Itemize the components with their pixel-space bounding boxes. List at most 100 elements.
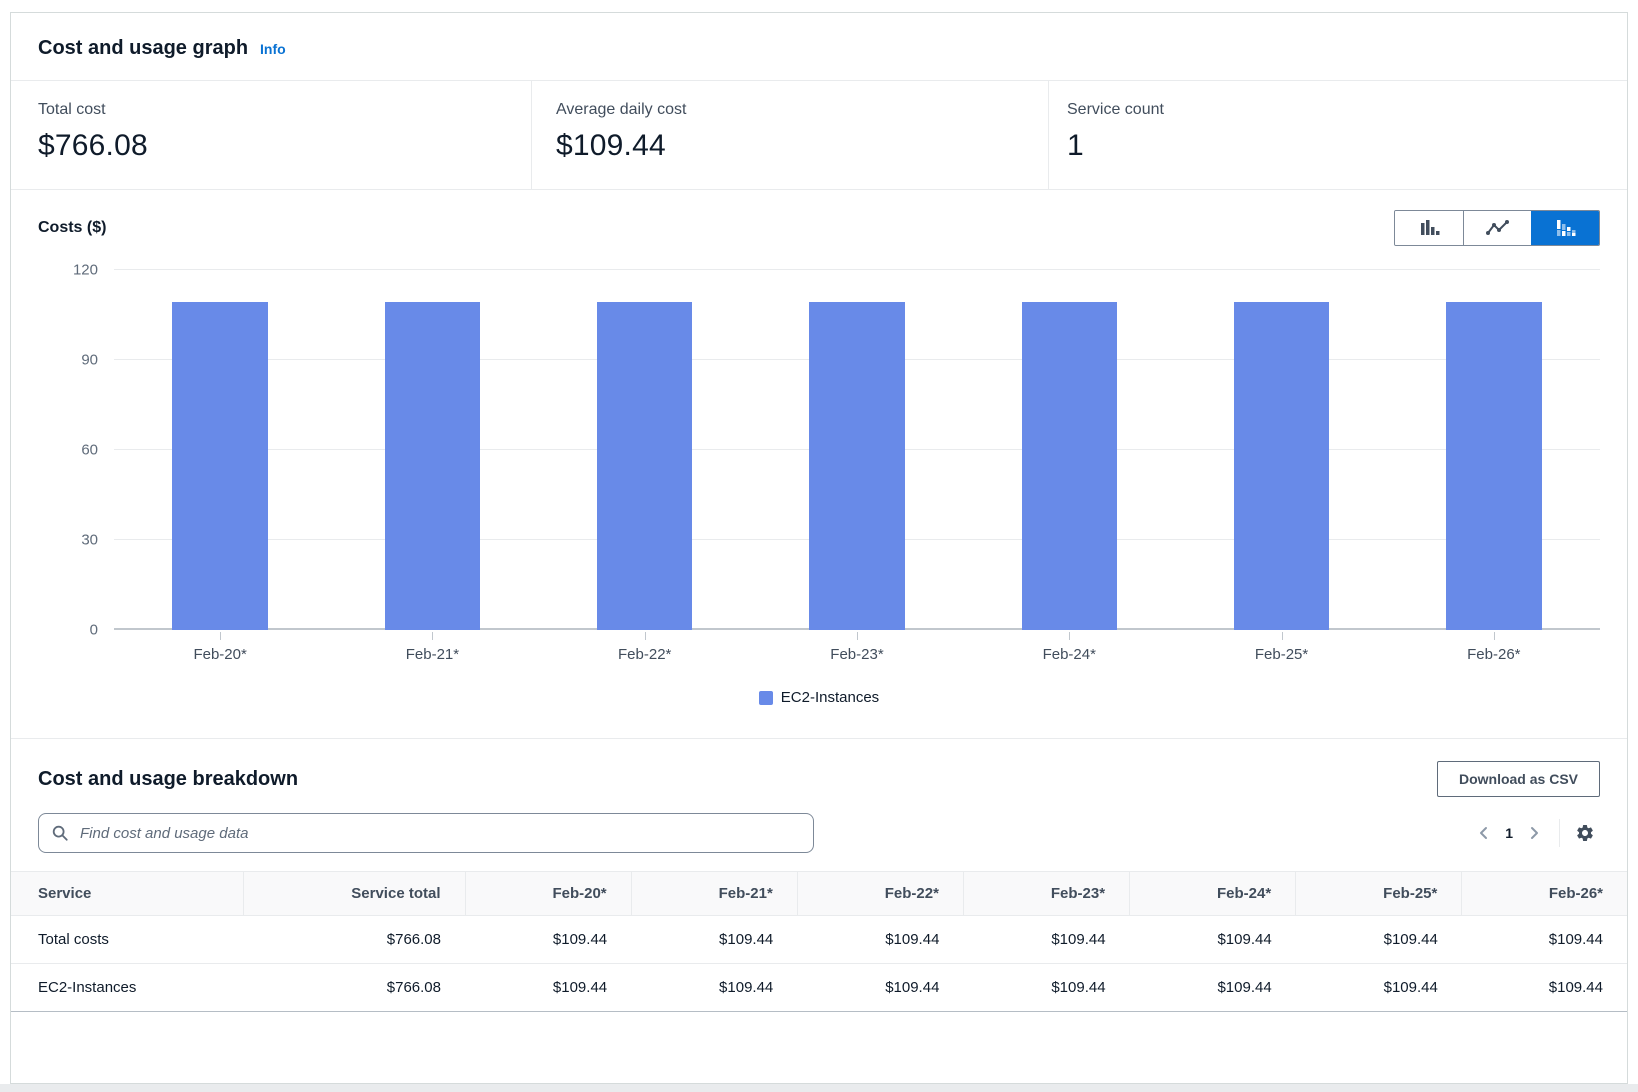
stat-value: $109.44 <box>556 129 1048 163</box>
table-cell: $766.08 <box>243 964 465 1012</box>
column-header: Feb-21* <box>631 872 797 916</box>
gear-icon <box>1575 823 1595 843</box>
y-tick-label: 90 <box>81 352 98 369</box>
bar-Feb-21*[interactable] <box>385 302 481 630</box>
x-axis-tick <box>1282 632 1283 640</box>
table-cell: $109.44 <box>631 964 797 1012</box>
table-cell: $109.44 <box>1462 964 1627 1012</box>
breakdown-title: Cost and usage breakdown <box>38 768 298 791</box>
x-axis-tick <box>645 632 646 640</box>
bar-slot <box>751 270 963 630</box>
download-csv-button[interactable]: Download as CSV <box>1437 761 1600 797</box>
x-axis-label: Feb-21* <box>326 646 538 663</box>
y-tick-label: 30 <box>81 532 98 549</box>
stat-service-count: Service count 1 <box>1048 81 1627 189</box>
table-settings-button[interactable] <box>1570 818 1600 848</box>
bar-slot <box>114 270 326 630</box>
bar-Feb-26*[interactable] <box>1446 302 1542 630</box>
bar-Feb-24*[interactable] <box>1022 302 1118 630</box>
bar-slot <box>1175 270 1387 630</box>
table-cell: $109.44 <box>465 964 631 1012</box>
column-header: Feb-22* <box>797 872 963 916</box>
table-cell: $109.44 <box>465 916 631 964</box>
table-cell: $109.44 <box>1296 964 1462 1012</box>
chart-plot <box>114 270 1600 630</box>
table-cell: $109.44 <box>1296 916 1462 964</box>
legend-item-ec2-instances[interactable]: EC2-Instances <box>759 689 879 706</box>
stat-label: Total cost <box>38 101 531 119</box>
chevron-right-icon <box>1527 826 1541 840</box>
stats-row: Total cost $766.08 Average daily cost $1… <box>11 81 1627 190</box>
x-axis-label: Feb-24* <box>963 646 1175 663</box>
table-cell: $109.44 <box>631 916 797 964</box>
x-axis-label: Feb-23* <box>751 646 963 663</box>
x-axis-tick <box>1494 632 1495 640</box>
stacked-bar-chart-button[interactable] <box>1531 211 1599 245</box>
search-icon <box>51 824 69 842</box>
bar-Feb-20*[interactable] <box>172 302 268 630</box>
chart-y-axis: 0306090120 <box>38 270 114 630</box>
column-header: Feb-25* <box>1296 872 1462 916</box>
previous-page-button[interactable] <box>1469 818 1499 848</box>
search-box[interactable] <box>38 813 814 853</box>
column-header: Feb-23* <box>963 872 1129 916</box>
column-header: Feb-24* <box>1130 872 1296 916</box>
table-cell: $109.44 <box>797 916 963 964</box>
column-header: Feb-20* <box>465 872 631 916</box>
table-body: Total costs$766.08$109.44$109.44$109.44$… <box>11 916 1627 1012</box>
chart-block: Costs ($) <box>11 190 1627 738</box>
y-tick-label: 0 <box>90 622 98 639</box>
chevron-left-icon <box>1477 826 1491 840</box>
table-row: Total costs$766.08$109.44$109.44$109.44$… <box>11 916 1627 964</box>
table-cell: Total costs <box>11 916 243 964</box>
legend-swatch <box>759 691 773 705</box>
x-axis-tick <box>1069 632 1070 640</box>
x-axis-label: Feb-26* <box>1388 646 1600 663</box>
stat-label: Average daily cost <box>556 101 1048 119</box>
table-cell: $109.44 <box>797 964 963 1012</box>
bar-slot <box>1388 270 1600 630</box>
bar-Feb-22*[interactable] <box>597 302 693 630</box>
page-title: Cost and usage graph <box>38 37 248 60</box>
stat-total-cost: Total cost $766.08 <box>11 81 531 189</box>
x-axis-tick <box>220 632 221 640</box>
search-input[interactable] <box>78 824 801 843</box>
pagination: 1 <box>1469 818 1600 848</box>
next-page-button[interactable] <box>1519 818 1549 848</box>
grouped-bar-chart-button[interactable] <box>1395 211 1463 245</box>
stacked-bar-chart-icon <box>1554 218 1578 238</box>
y-tick-label: 60 <box>81 442 98 459</box>
cost-breakdown-table: ServiceService totalFeb-20*Feb-21*Feb-22… <box>11 871 1627 1012</box>
graph-header: Cost and usage graph Info <box>11 13 1627 81</box>
current-page[interactable]: 1 <box>1505 825 1513 841</box>
column-header: Feb-26* <box>1462 872 1627 916</box>
grouped-bar-chart-icon <box>1417 218 1441 238</box>
table-header-row: ServiceService totalFeb-20*Feb-21*Feb-22… <box>11 872 1627 916</box>
stat-value: $766.08 <box>38 129 531 163</box>
stat-average-daily-cost: Average daily cost $109.44 <box>531 81 1048 189</box>
bar-Feb-25*[interactable] <box>1234 302 1330 630</box>
stat-value: 1 <box>1067 129 1627 163</box>
x-axis-label: Feb-22* <box>539 646 751 663</box>
x-axis-tick <box>432 632 433 640</box>
line-chart-button[interactable] <box>1463 211 1531 245</box>
chart-bars <box>114 270 1600 630</box>
x-axis-label: Feb-20* <box>114 646 326 663</box>
table-cell: $109.44 <box>963 964 1129 1012</box>
page-background-strip <box>0 1084 1638 1092</box>
bar-Feb-23*[interactable] <box>809 302 905 630</box>
info-link[interactable]: Info <box>260 41 286 57</box>
bar-slot <box>963 270 1175 630</box>
divider <box>1559 819 1560 847</box>
chart-x-axis-labels: Feb-20*Feb-21*Feb-22*Feb-23*Feb-24*Feb-2… <box>114 646 1600 663</box>
table-cell: $109.44 <box>963 916 1129 964</box>
table-cell: $109.44 <box>1130 916 1296 964</box>
bar-slot <box>326 270 538 630</box>
x-axis-label: Feb-25* <box>1175 646 1387 663</box>
column-header: Service total <box>243 872 465 916</box>
cost-usage-card: Cost and usage graph Info Total cost $76… <box>10 12 1628 1084</box>
x-axis-tick <box>857 632 858 640</box>
table-cell: $109.44 <box>1462 916 1627 964</box>
bar-slot <box>539 270 751 630</box>
table-cell: $766.08 <box>243 916 465 964</box>
